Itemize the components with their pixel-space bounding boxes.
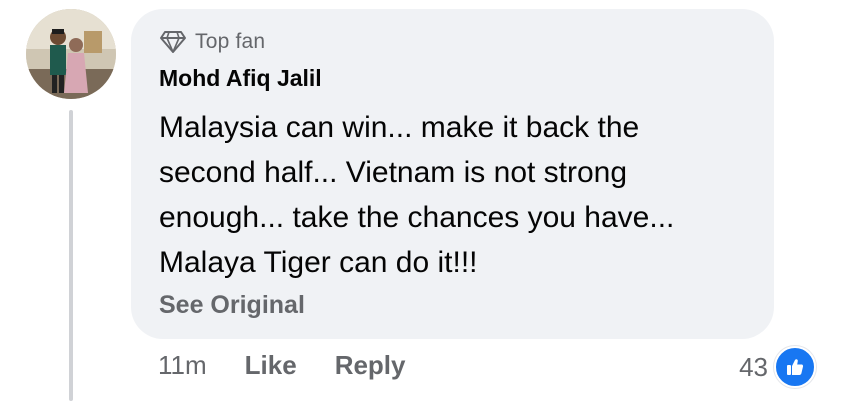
top-fan-label: Top fan	[195, 30, 266, 53]
comment-bubble: Top fan Mohd Afiq Jalil Malaysia can win…	[131, 9, 774, 339]
comment-text-line: enough... take the chances you have...	[159, 201, 675, 234]
diamond-icon	[159, 30, 187, 54]
thumbs-up-icon	[774, 346, 816, 388]
top-fan-badge[interactable]: Top fan	[159, 30, 265, 54]
reaction-count: 43	[739, 351, 768, 382]
like-button[interactable]: Like	[245, 350, 297, 381]
thread-line	[69, 110, 73, 401]
comment-text: Malaysia can win... make it back the sec…	[159, 105, 759, 285]
comment-text-line: Malaysia can win... make it back the	[159, 111, 640, 144]
avatar-photo	[26, 9, 116, 99]
avatar[interactable]	[26, 9, 116, 99]
reactions-summary[interactable]: 43	[739, 346, 816, 388]
comment-text-line: second half... Vietnam is not strong	[159, 156, 628, 189]
reply-button[interactable]: Reply	[335, 350, 406, 381]
comment-text-line: Malaya Tiger can do it!!!	[159, 246, 478, 279]
comment-timestamp[interactable]: 11m	[158, 350, 207, 381]
comment-actions: 11m Like Reply	[158, 350, 406, 381]
see-original-link[interactable]: See Original	[159, 291, 305, 320]
comment-author[interactable]: Mohd Afiq Jalil	[159, 65, 322, 92]
